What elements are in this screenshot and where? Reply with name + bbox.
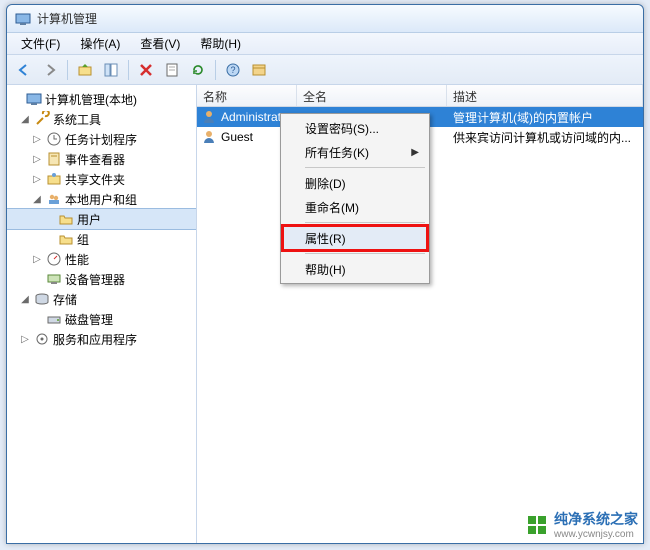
collapse-icon[interactable]: ◢ [19, 294, 31, 305]
col-fullname[interactable]: 全名 [297, 85, 447, 106]
clock-icon [46, 131, 62, 147]
folder-icon [58, 211, 74, 227]
ctx-rename[interactable]: 重命名(M) [283, 195, 427, 219]
toolbar-sheet-icon[interactable] [161, 59, 183, 81]
toolbar-sep [67, 60, 68, 80]
tree-label: 组 [77, 231, 89, 248]
tree-label: 本地用户和组 [65, 191, 137, 208]
tree-label: 设备管理器 [65, 271, 125, 288]
folder-icon [58, 231, 74, 247]
tree-storage[interactable]: ◢ 存储 [7, 289, 196, 309]
tree-users[interactable]: 用户 [7, 209, 196, 229]
tree-services-apps[interactable]: ▷ 服务和应用程序 [7, 329, 196, 349]
submenu-arrow-icon: ▶ [411, 147, 419, 158]
expand-icon[interactable]: ▷ [31, 174, 43, 185]
toolbar-back[interactable] [13, 59, 35, 81]
ctx-properties[interactable]: 属性(R) [283, 226, 427, 250]
expand-icon[interactable]: ▷ [19, 334, 31, 345]
list-header[interactable]: 名称 全名 描述 [197, 85, 643, 107]
tree-label: 事件查看器 [65, 151, 125, 168]
wm-brand: 纯净系统之家 [554, 509, 638, 529]
toolbar-help-icon[interactable]: ? [222, 59, 244, 81]
tree-label: 用户 [77, 211, 101, 228]
event-icon [46, 151, 62, 167]
tree-performance[interactable]: ▷ 性能 [7, 249, 196, 269]
cell-desc: 供来宾访问计算机或访问域的内... [447, 129, 643, 146]
device-icon [46, 271, 62, 287]
computer-mgmt-icon [26, 91, 42, 107]
ctx-help[interactable]: 帮助(H) [283, 257, 427, 281]
titlebar[interactable]: 计算机管理 [7, 5, 643, 33]
menu-file[interactable]: 文件(F) [11, 33, 70, 54]
collapse-icon[interactable]: ◢ [19, 114, 31, 125]
ctx-all-tasks[interactable]: 所有任务(K)▶ [283, 140, 427, 164]
tree-disk-mgmt[interactable]: 磁盘管理 [7, 309, 196, 329]
perf-icon [46, 251, 62, 267]
user-icon [201, 109, 217, 125]
tree-shared-folders[interactable]: ▷ 共享文件夹 [7, 169, 196, 189]
menubar: 文件(F) 操作(A) 查看(V) 帮助(H) [7, 33, 643, 55]
users-group-icon [46, 191, 62, 207]
cell-name: Guest [221, 130, 253, 144]
disk-icon [46, 311, 62, 327]
menu-action[interactable]: 操作(A) [70, 33, 130, 54]
toolbar-sep [215, 60, 216, 80]
menu-help[interactable]: 帮助(H) [190, 33, 251, 54]
storage-icon [34, 291, 50, 307]
toolbar-list-icon[interactable] [248, 59, 270, 81]
ctx-set-password[interactable]: 设置密码(S)... [283, 116, 427, 140]
services-icon [34, 331, 50, 347]
ctx-separator [305, 167, 425, 168]
tree-groups[interactable]: 组 [7, 229, 196, 249]
cell-desc: 管理计算机(域)的内置帐户 [447, 109, 643, 126]
tree-label: 服务和应用程序 [53, 331, 137, 348]
tree-label: 性能 [65, 251, 89, 268]
context-menu: 设置密码(S)... 所有任务(K)▶ 删除(D) 重命名(M) 属性(R) 帮… [280, 113, 430, 284]
collapse-icon[interactable]: ◢ [31, 194, 43, 205]
expand-icon[interactable]: ▷ [31, 254, 43, 265]
tree-label: 磁盘管理 [65, 311, 113, 328]
tree-label: 存储 [53, 291, 77, 308]
expand-icon[interactable]: ▷ [31, 154, 43, 165]
tree-label: 系统工具 [53, 111, 101, 128]
col-name[interactable]: 名称 [197, 85, 297, 106]
tree-system-tools[interactable]: ◢ 系统工具 [7, 109, 196, 129]
cell-name: Administrat [221, 110, 281, 124]
toolbar-up-icon[interactable] [74, 59, 96, 81]
toolbar-refresh-icon[interactable] [187, 59, 209, 81]
ctx-delete[interactable]: 删除(D) [283, 171, 427, 195]
tree-task-scheduler[interactable]: ▷ 任务计划程序 [7, 129, 196, 149]
tree-label: 共享文件夹 [65, 171, 125, 188]
watermark: 纯净系统之家 www.ycwnjsy.com [526, 509, 638, 540]
toolbar-forward[interactable] [39, 59, 61, 81]
tree-root[interactable]: 计算机管理(本地) [7, 89, 196, 109]
ctx-separator [305, 253, 425, 254]
expand-icon[interactable]: ▷ [31, 134, 43, 145]
nav-tree[interactable]: 计算机管理(本地) ◢ 系统工具 ▷ 任务计划程序 ▷ 事件查看器 [7, 85, 197, 543]
tree-local-users[interactable]: ◢ 本地用户和组 [7, 189, 196, 209]
app-icon [15, 11, 31, 27]
user-icon [201, 129, 217, 145]
toolbar: ? [7, 55, 643, 85]
window-title: 计算机管理 [37, 10, 97, 27]
tree-label: 计算机管理(本地) [45, 91, 137, 108]
wm-logo-icon [526, 514, 548, 536]
share-icon [46, 171, 62, 187]
toolbar-properties-icon[interactable] [100, 59, 122, 81]
col-desc[interactable]: 描述 [447, 85, 643, 106]
ctx-separator [305, 222, 425, 223]
svg-text:?: ? [230, 65, 235, 75]
tree-event-viewer[interactable]: ▷ 事件查看器 [7, 149, 196, 169]
toolbar-sep [128, 60, 129, 80]
tree-label: 任务计划程序 [65, 131, 137, 148]
tree-device-manager[interactable]: 设备管理器 [7, 269, 196, 289]
menu-view[interactable]: 查看(V) [130, 33, 190, 54]
tools-icon [34, 111, 50, 127]
wm-url: www.ycwnjsy.com [554, 529, 638, 540]
toolbar-delete-icon[interactable] [135, 59, 157, 81]
